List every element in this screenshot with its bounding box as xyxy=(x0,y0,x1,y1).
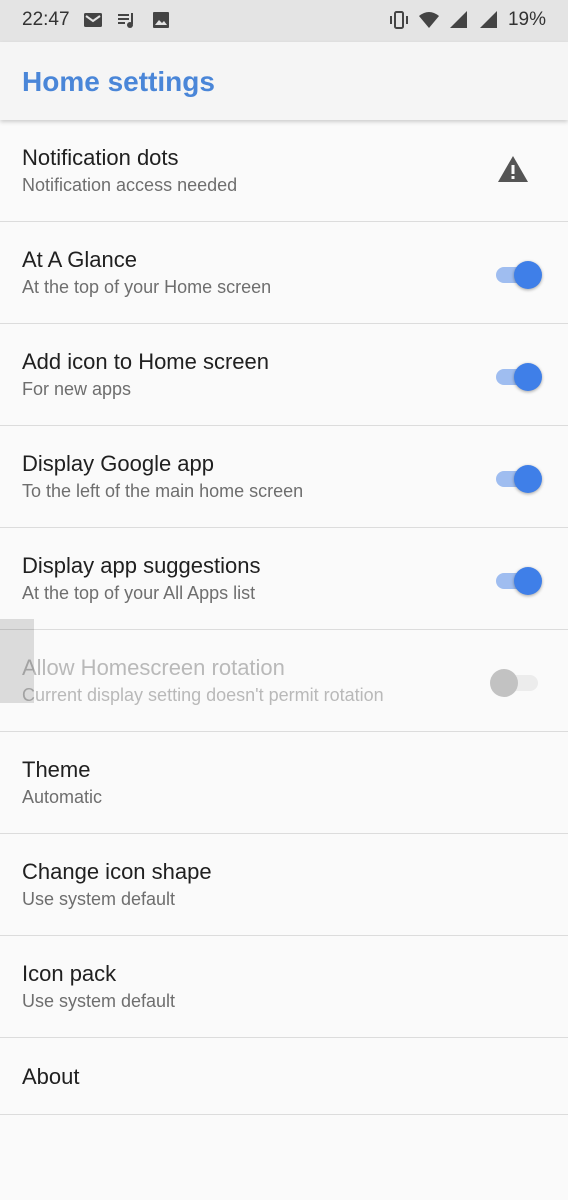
toggle-thumb xyxy=(490,669,518,697)
setting-subtitle: Notification access needed xyxy=(22,175,238,195)
setting-title: Notification dots xyxy=(22,145,179,170)
vibrate-icon xyxy=(389,11,408,29)
edge-scroll-handle[interactable] xyxy=(0,619,34,703)
setting-icon-pack[interactable]: Icon pack Use system default xyxy=(0,936,568,1038)
setting-allow-homescreen-rotation: Allow Homescreen rotation Current displa… xyxy=(0,630,568,732)
setting-subtitle: Use system default xyxy=(22,991,176,1011)
homescreen-rotation-toggle xyxy=(490,668,540,697)
settings-list: Notification dots Notification access ne… xyxy=(0,120,568,1115)
setting-title: At A Glance xyxy=(22,247,137,272)
setting-subtitle: At the top of your All Apps list xyxy=(22,583,256,603)
toggle-thumb xyxy=(514,465,542,493)
setting-subtitle: Current display setting doesn't permit r… xyxy=(22,685,384,705)
setting-title: Display app suggestions xyxy=(22,553,261,578)
wifi-icon xyxy=(418,12,439,28)
image-icon xyxy=(152,12,169,28)
status-time: 22:47 xyxy=(22,9,70,30)
music-queue-icon xyxy=(117,13,133,28)
signal-icon xyxy=(449,11,467,28)
setting-title: Change icon shape xyxy=(22,859,212,884)
at-a-glance-toggle[interactable] xyxy=(494,260,542,289)
toggle-thumb xyxy=(514,567,542,595)
setting-title: About xyxy=(22,1064,80,1089)
display-app-suggestions-toggle[interactable] xyxy=(494,566,542,595)
toggle-thumb xyxy=(514,261,542,289)
setting-subtitle: Use system default xyxy=(22,889,176,909)
setting-at-a-glance[interactable]: At A Glance At the top of your Home scre… xyxy=(0,222,568,324)
page-title: Home settings xyxy=(22,66,215,97)
setting-subtitle: To the left of the main home screen xyxy=(22,481,304,501)
app-bar: Home settings xyxy=(0,42,568,120)
setting-title: Allow Homescreen rotation xyxy=(22,655,285,680)
display-google-app-toggle[interactable] xyxy=(494,464,542,493)
setting-theme[interactable]: Theme Automatic xyxy=(0,732,568,834)
warning-icon xyxy=(498,156,528,182)
signal-icon xyxy=(479,11,497,28)
battery-percentage: 19% xyxy=(507,9,546,30)
setting-title: Display Google app xyxy=(22,451,215,476)
setting-add-icon-to-home-screen[interactable]: Add icon to Home screen For new apps xyxy=(0,324,568,426)
setting-display-app-suggestions[interactable]: Display app suggestions At the top of yo… xyxy=(0,528,568,630)
setting-about[interactable]: About xyxy=(0,1038,568,1115)
toggle-thumb xyxy=(514,363,542,391)
setting-title: Icon pack xyxy=(22,961,117,986)
setting-display-google-app[interactable]: Display Google app To the left of the ma… xyxy=(0,426,568,528)
setting-change-icon-shape[interactable]: Change icon shape Use system default xyxy=(0,834,568,936)
setting-title: Add icon to Home screen xyxy=(22,349,270,374)
setting-title: Theme xyxy=(22,757,91,782)
setting-subtitle: Automatic xyxy=(22,787,103,807)
status-bar: 22:47 19% xyxy=(0,0,568,42)
gmail-icon xyxy=(83,13,102,27)
setting-notification-dots[interactable]: Notification dots Notification access ne… xyxy=(0,120,568,222)
setting-subtitle: For new apps xyxy=(22,379,132,399)
add-icon-toggle[interactable] xyxy=(494,362,542,391)
setting-subtitle: At the top of your Home screen xyxy=(22,277,272,297)
